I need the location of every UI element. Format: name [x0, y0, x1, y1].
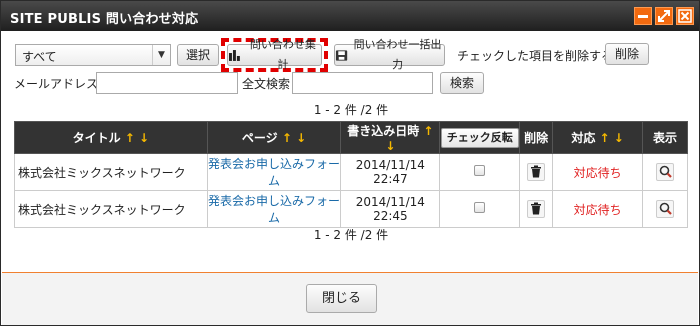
row-checkbox-cell: [439, 190, 521, 228]
row-delete-cell: [519, 190, 554, 228]
delete-checked-label: チェックした項目を削除する: [457, 49, 614, 63]
export-button[interactable]: 問い合わせ一括出力: [334, 38, 445, 71]
row-view-cell: [642, 153, 688, 191]
category-select-value: すべて: [22, 50, 57, 64]
row-checkbox[interactable]: [474, 202, 486, 213]
email-label: メールアドレス: [14, 77, 99, 91]
row-checkbox-cell: [439, 153, 521, 191]
header-status[interactable]: 対応 ↑ ↓: [552, 121, 644, 154]
fulltext-input[interactable]: [292, 72, 433, 94]
pagination-bottom: 1 - 2 件 /2 件: [313, 228, 389, 242]
header-page[interactable]: ページ ↑ ↓: [206, 121, 342, 154]
header-date[interactable]: 書き込み日時 ↑ ↓: [340, 121, 441, 154]
inquiry-table: タイトル ↑ ↓ ページ ↑ ↓ 書き込み日時 ↑ ↓ チェック反転 削除 対応…: [14, 121, 688, 228]
row-checkbox[interactable]: [474, 165, 486, 176]
trash-icon[interactable]: [527, 199, 546, 218]
header-view: 表示: [642, 121, 688, 154]
category-select[interactable]: すべて ▼: [15, 44, 171, 66]
close-button[interactable]: 閉じる: [306, 284, 377, 313]
table-row: 株式会社ミックスネットワーク 発表会お申し込みフォーム 2014/11/14 22…: [14, 190, 688, 228]
bar-chart-icon: [228, 50, 240, 61]
select-button[interactable]: 選択: [177, 44, 219, 66]
row-status: 対応待ち: [552, 190, 644, 228]
row-status: 対応待ち: [552, 153, 644, 191]
row-view-cell: [642, 190, 688, 228]
window-title: SITE PUBLIS 問い合わせ対応: [10, 12, 199, 27]
sort-arrows-icon[interactable]: ↑ ↓: [125, 131, 149, 145]
maximize-icon[interactable]: [655, 7, 673, 25]
dialog-footer: 閉じる: [2, 273, 698, 325]
row-date: 2014/11/14 22:47: [340, 153, 441, 191]
pagination-top: 1 - 2 件 /2 件: [313, 103, 389, 117]
save-icon: [335, 49, 348, 61]
row-title: 株式会社ミックスネットワーク: [14, 190, 208, 228]
summary-button-label: 問い合わせ集計: [249, 38, 316, 71]
search-button[interactable]: 検索: [440, 72, 484, 94]
row-title: 株式会社ミックスネットワーク: [14, 153, 208, 191]
sort-arrows-icon[interactable]: ↑ ↓: [600, 131, 624, 145]
sort-arrows-icon[interactable]: ↑ ↓: [282, 131, 306, 145]
header-delete: 削除: [519, 121, 554, 154]
magnifier-icon[interactable]: [656, 162, 674, 181]
row-delete-cell: [519, 153, 554, 191]
dialog-window: SITE PUBLIS 問い合わせ対応 すべて ▼ 選択 問い合わせ集計 問い合…: [0, 0, 700, 326]
header-check: チェック反転: [439, 121, 521, 154]
export-button-label: 問い合わせ一括出力: [353, 38, 442, 71]
row-date: 2014/11/14 22:45: [340, 190, 441, 228]
chevron-down-icon: ▼: [152, 45, 170, 65]
magnifier-icon[interactable]: [656, 199, 674, 218]
email-input[interactable]: [96, 72, 238, 94]
close-icon[interactable]: [676, 7, 694, 25]
check-invert-button[interactable]: チェック反転: [440, 127, 519, 148]
trash-icon[interactable]: [527, 162, 546, 181]
row-page-link[interactable]: 発表会お申し込みフォーム: [206, 190, 342, 228]
header-title[interactable]: タイトル ↑ ↓: [14, 121, 208, 154]
table-row: 株式会社ミックスネットワーク 発表会お申し込みフォーム 2014/11/14 22…: [14, 153, 688, 191]
fulltext-label: 全文検索: [242, 77, 291, 91]
minimize-icon[interactable]: [634, 7, 652, 25]
summary-button[interactable]: 問い合わせ集計: [227, 38, 322, 71]
table-header-row: タイトル ↑ ↓ ページ ↑ ↓ 書き込み日時 ↑ ↓ チェック反転 削除 対応…: [14, 121, 688, 154]
row-page-link[interactable]: 発表会お申し込みフォーム: [206, 153, 342, 191]
title-bar[interactable]: SITE PUBLIS 問い合わせ対応: [1, 1, 699, 31]
delete-checked-button[interactable]: 削除: [605, 43, 649, 65]
